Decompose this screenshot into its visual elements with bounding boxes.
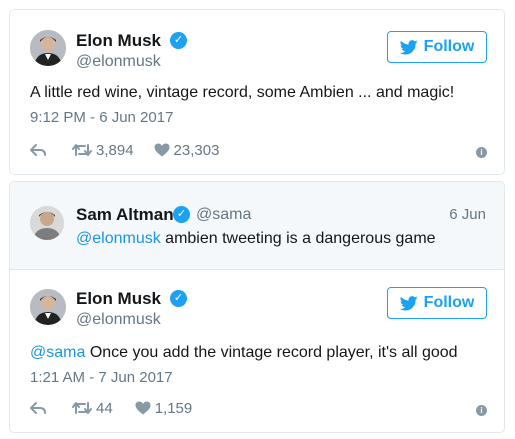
reply-text: @elonmusk ambien tweeting is a dangerous… [76, 228, 436, 250]
twitter-bird-icon [399, 39, 418, 54]
tweet-timestamp[interactable]: 1:21 AM - 7 Jun 2017 [30, 368, 173, 388]
tweet-card-1: Elon Musk ✓ @elonmusk Follow A little re… [9, 9, 505, 175]
reply-icon [30, 402, 46, 414]
tweet-card-2: Sam Altman ✓ @sama 6 Jun @elonmusk ambie… [9, 181, 505, 433]
heart-icon [135, 401, 151, 415]
info-icon[interactable]: i [476, 147, 487, 158]
verified-badge-icon: ✓ [173, 206, 190, 223]
tweet-timestamp[interactable]: 9:12 PM - 6 Jun 2017 [30, 108, 173, 128]
avatar[interactable] [30, 30, 66, 66]
verified-badge-icon: ✓ [170, 32, 187, 49]
retweet-button[interactable]: 44 [72, 400, 113, 417]
twitter-bird-icon [399, 295, 418, 310]
retweet-count: 44 [96, 399, 113, 417]
tweet-actions: 44 1,159 [30, 398, 192, 418]
heart-icon [154, 143, 170, 157]
reply-context[interactable]: Sam Altman ✓ @sama 6 Jun @elonmusk ambie… [10, 182, 504, 270]
follow-button[interactable]: Follow [387, 287, 487, 319]
tweet-actions: 3,894 23,303 [30, 140, 219, 160]
author-name[interactable]: Elon Musk [76, 289, 161, 309]
author-handle[interactable]: @elonmusk [76, 310, 161, 330]
like-count: 1,159 [154, 399, 193, 417]
retweet-button[interactable]: 3,894 [72, 142, 134, 159]
reply-author-handle[interactable]: @sama [196, 205, 251, 225]
retweet-count: 3,894 [96, 141, 134, 159]
follow-label: Follow [423, 38, 475, 55]
tweet-text: @sama Once you add the vintage record pl… [30, 342, 458, 364]
reply-button[interactable] [30, 143, 46, 157]
like-button[interactable]: 23,303 [154, 141, 220, 159]
follow-button[interactable]: Follow [387, 31, 487, 63]
mention-link[interactable]: @elonmusk [76, 230, 161, 247]
info-icon[interactable]: i [476, 405, 487, 416]
retweet-icon [72, 402, 92, 414]
reply-date[interactable]: 6 Jun [449, 206, 486, 223]
author-handle[interactable]: @elonmusk [76, 52, 161, 72]
like-button[interactable]: 1,159 [135, 399, 193, 417]
reply-icon [30, 144, 46, 156]
like-count: 23,303 [173, 141, 220, 159]
tweet-text: A little red wine, vintage record, some … [30, 84, 455, 101]
avatar[interactable] [30, 289, 66, 325]
tweet-body: Once you add the vintage record player, … [85, 344, 458, 361]
author-name[interactable]: Elon Musk [76, 31, 161, 51]
follow-label: Follow [423, 294, 475, 311]
reply-author-name[interactable]: Sam Altman [76, 205, 174, 225]
reply-body: ambien tweeting is a dangerous game [160, 230, 436, 247]
retweet-icon [72, 144, 92, 156]
avatar[interactable] [30, 206, 64, 240]
reply-button[interactable] [30, 401, 46, 415]
mention-link[interactable]: @sama [30, 344, 85, 361]
verified-badge-icon: ✓ [170, 290, 187, 307]
